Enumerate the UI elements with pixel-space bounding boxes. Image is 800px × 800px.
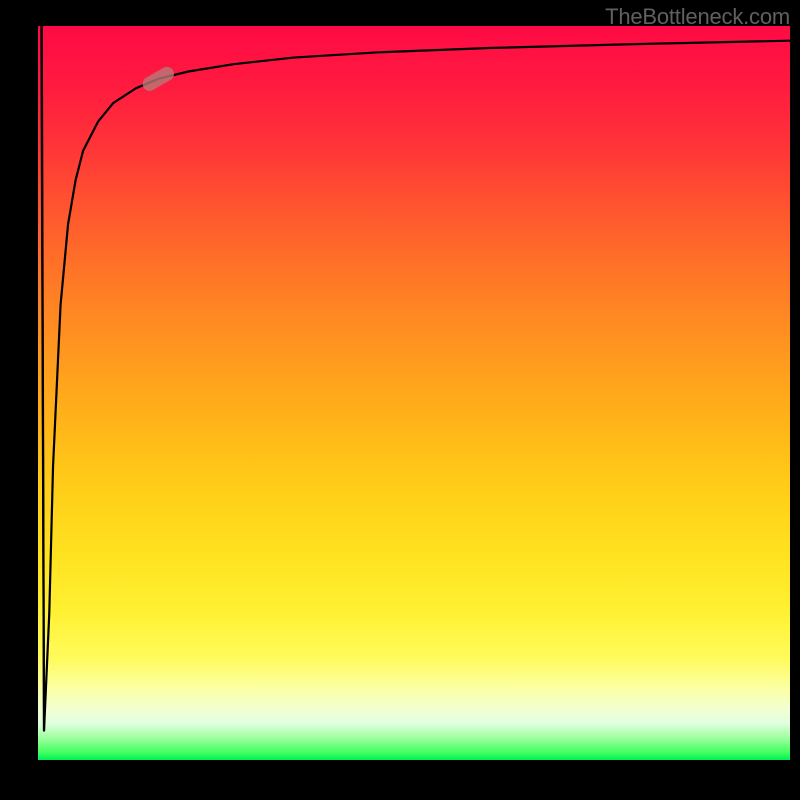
chart-plot-area [38, 26, 790, 760]
spike-line [41, 26, 44, 731]
chart-curve-layer [38, 26, 790, 760]
watermark-text: TheBottleneck.com [605, 4, 790, 30]
curve-line [42, 26, 790, 731]
curve-marker [140, 64, 176, 93]
